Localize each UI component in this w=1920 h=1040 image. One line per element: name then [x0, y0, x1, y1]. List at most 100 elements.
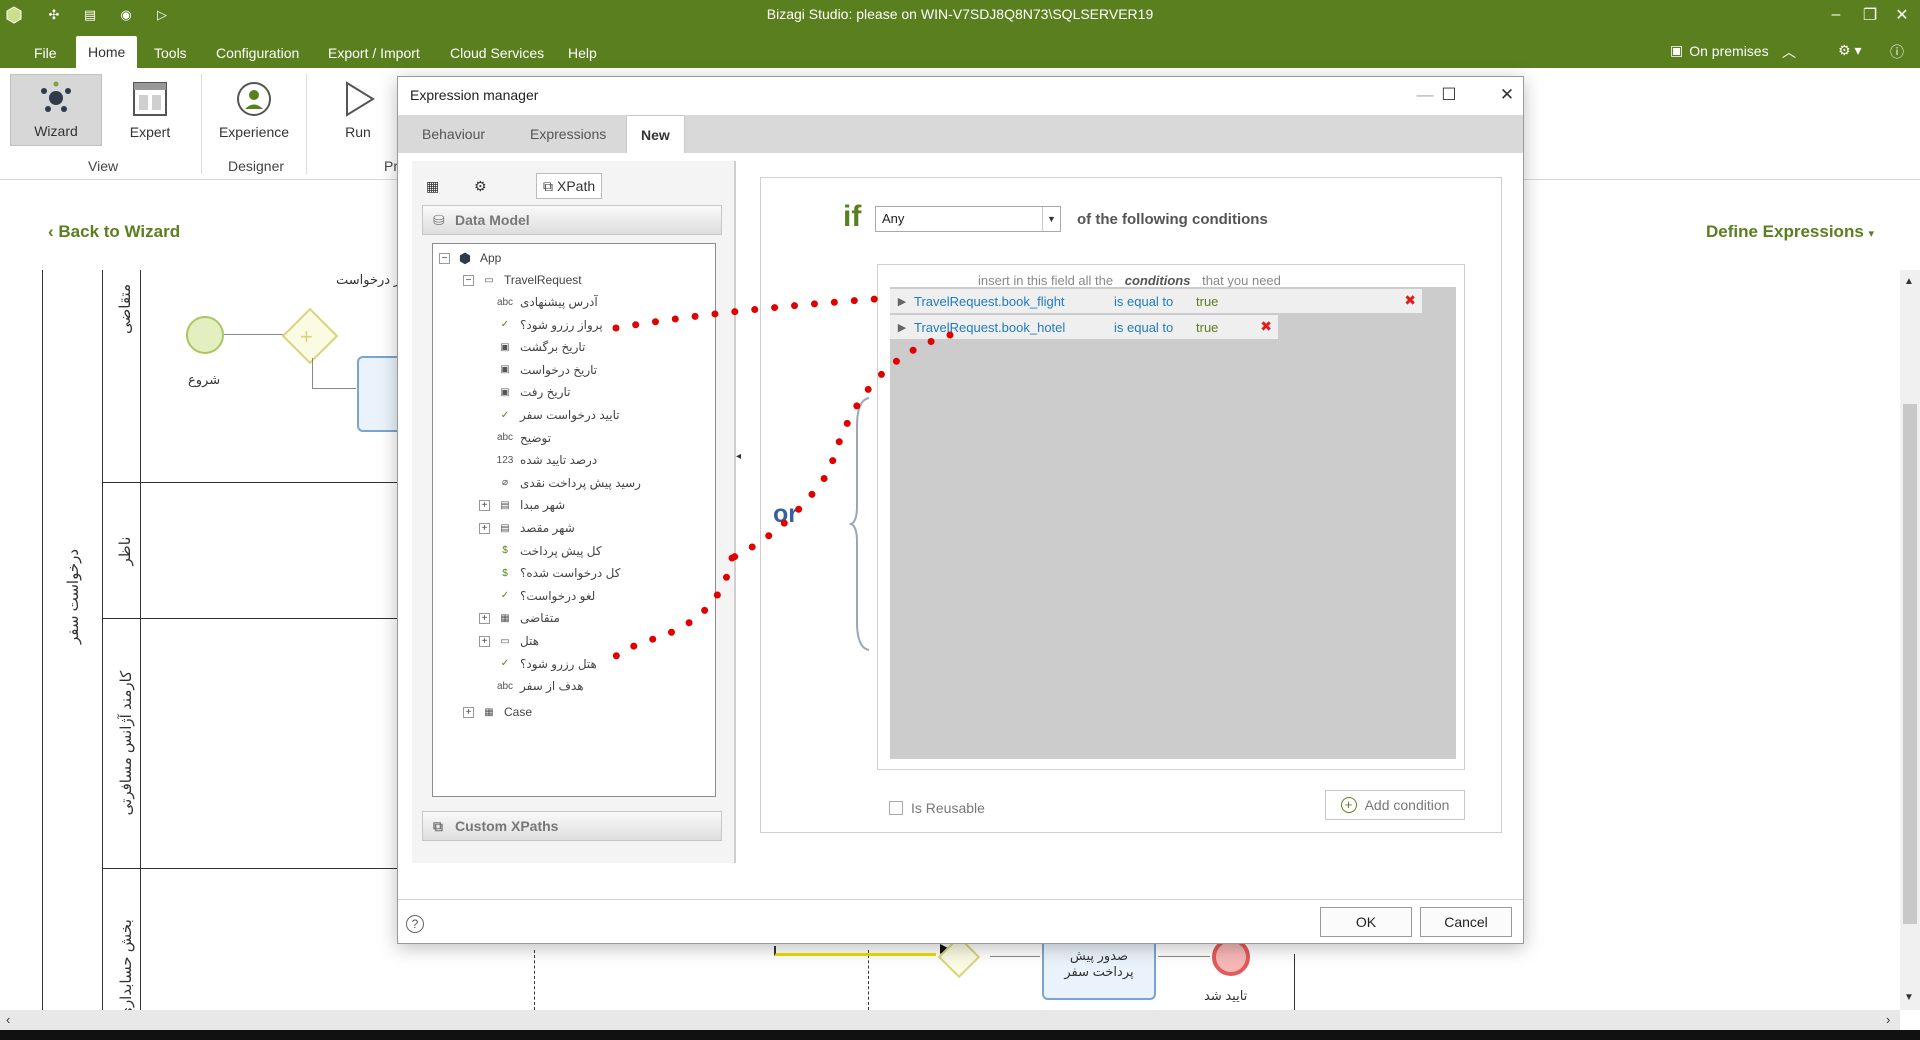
tree-node-attribute[interactable]: 123 درصد تایید شده: [479, 450, 598, 470]
menu-file[interactable]: File: [22, 38, 69, 68]
menu-help[interactable]: Help: [556, 38, 609, 68]
sequence-flow: [990, 956, 1040, 957]
attribute-label: لغو درخواست؟: [520, 588, 596, 603]
cancel-button[interactable]: Cancel: [1420, 907, 1512, 937]
file-attribute-icon: ⌀: [501, 477, 509, 489]
dialog-maximize-button[interactable]: ☐: [1434, 83, 1464, 107]
entity-attribute-icon: ▤: [500, 499, 510, 511]
currency-attribute-icon: $: [502, 567, 508, 579]
restore-button[interactable]: ❐: [1856, 3, 1884, 27]
text-attribute-icon: abc: [496, 296, 514, 308]
tree-node-attribute[interactable]: ▣ تاریخ درخواست: [479, 360, 597, 380]
data-model-tree[interactable]: − ⬢ App − ▭ TravelRequest abc آدرس پیشنها…: [432, 243, 716, 797]
minimize-button[interactable]: –: [1822, 3, 1850, 27]
close-button[interactable]: ✕: [1888, 3, 1916, 27]
lane-divider: [102, 618, 400, 619]
tree-node-attribute[interactable]: abc آدرس پیشنهادی: [479, 292, 598, 312]
tree-node-attribute[interactable]: ✓ لغو درخواست؟: [479, 586, 595, 606]
tree-node-attribute[interactable]: $ کل پیش پرداخت: [479, 541, 601, 561]
help-icon[interactable]: ⓘ: [1890, 42, 1904, 62]
collapse-ribbon-icon[interactable]: ︿: [1782, 42, 1796, 62]
quantifier-select[interactable]: Any ▼: [875, 206, 1061, 232]
milestone-line: [868, 950, 869, 1010]
scroll-down-icon[interactable]: ▼: [1904, 992, 1914, 1003]
collapse-icon[interactable]: −: [463, 274, 474, 286]
splitter-handle[interactable]: ◂: [736, 451, 741, 462]
scroll-thumb[interactable]: [1903, 404, 1917, 924]
attribute-label: هتل: [520, 634, 540, 648]
tree-node-travelrequest[interactable]: − ▭ TravelRequest: [463, 270, 582, 290]
tree-node-attribute[interactable]: ✓ پرواز رزرو شود؟: [479, 315, 603, 335]
run-button[interactable]: Run: [312, 74, 404, 146]
conditions-drop-area[interactable]: ▶ TravelRequest.book_flight is equal to …: [890, 287, 1456, 759]
tree-node-app[interactable]: − ⬢ App: [439, 248, 501, 268]
tab-behaviour[interactable]: Behaviour: [408, 115, 499, 153]
expand-icon[interactable]: +: [479, 522, 490, 534]
tree-node-attribute[interactable]: ✓ تایید درخواست سفر: [479, 405, 620, 425]
expand-condition-icon[interactable]: ▶: [890, 321, 914, 334]
tree-node-attribute[interactable]: $ کل درخواست شده؟: [479, 563, 620, 583]
custom-xpaths-header[interactable]: ⧉ Custom XPaths: [422, 811, 722, 841]
group-label-view: View: [88, 158, 119, 174]
is-reusable-checkbox[interactable]: Is Reusable: [889, 800, 985, 816]
delete-condition-icon[interactable]: ✖: [1404, 292, 1416, 309]
checkbox-icon[interactable]: [889, 801, 903, 815]
vertical-scrollbar[interactable]: ▲ ▼: [1900, 270, 1920, 1010]
tree-node-case[interactable]: + ▦ Case: [463, 702, 532, 722]
scroll-up-icon[interactable]: ▲: [1904, 276, 1914, 287]
data-model-header[interactable]: ⛁ Data Model: [422, 205, 722, 235]
gear-icon[interactable]: ⚙: [474, 173, 487, 199]
tree-node-attribute[interactable]: ▣ تاریخ رفت: [479, 382, 570, 402]
tab-new[interactable]: New: [626, 115, 685, 153]
expand-icon[interactable]: +: [463, 706, 474, 718]
date-attribute-icon: ▣: [500, 386, 510, 398]
menu-export-import[interactable]: Export / Import: [316, 38, 432, 68]
tree-node-attribute[interactable]: + ▦ متقاضی: [479, 608, 560, 628]
scroll-left-icon[interactable]: ‹: [6, 1012, 10, 1027]
tree-node-attribute[interactable]: + ▤ شهر مبدا: [479, 495, 565, 515]
menu-configuration[interactable]: Configuration: [204, 38, 311, 68]
define-expressions-dropdown[interactable]: Define Expressions ▾: [1706, 222, 1874, 242]
settings-icon[interactable]: ⚙ ▾: [1838, 42, 1861, 59]
tree-node-attribute[interactable]: + ▭ هتل: [479, 631, 539, 651]
menu-cloud-services[interactable]: Cloud Services: [438, 38, 556, 68]
lane-divider: [102, 868, 400, 869]
add-icon: +: [1340, 797, 1357, 813]
ok-button[interactable]: OK: [1320, 907, 1412, 937]
on-premises-indicator[interactable]: ▣ On premises: [1670, 42, 1769, 59]
entity-attribute-icon: ▤: [500, 522, 510, 534]
tree-node-attribute[interactable]: ✓ هتل رزرو شود؟: [479, 654, 597, 674]
window-title: Bizagi Studio: please on WIN-V7SDJ8Q8N73…: [766, 6, 1154, 22]
menu-tools[interactable]: Tools: [142, 38, 199, 68]
start-event[interactable]: [186, 316, 224, 354]
expand-condition-icon[interactable]: ▶: [890, 295, 914, 308]
horizontal-scrollbar[interactable]: ‹ ›: [0, 1010, 1900, 1030]
expand-icon[interactable]: +: [479, 635, 490, 647]
expert-button[interactable]: Expert: [104, 74, 196, 146]
xpath-button[interactable]: ⧉ XPath: [536, 173, 603, 199]
wizard-button[interactable]: Wizard: [10, 74, 102, 146]
help-icon[interactable]: ?: [406, 915, 424, 933]
experience-button[interactable]: Experience: [208, 74, 300, 146]
expression-manager-dialog: Expression manager — ☐ ✕ Behaviour Expre…: [397, 76, 1524, 944]
dialog-close-button[interactable]: ✕: [1492, 83, 1522, 107]
functions-icon[interactable]: ▦: [426, 173, 439, 199]
tree-node-attribute[interactable]: ▣ تاریخ برگشت: [479, 337, 585, 357]
scroll-right-icon[interactable]: ›: [1886, 1012, 1890, 1027]
collapse-icon[interactable]: −: [439, 252, 450, 264]
boolean-attribute-icon: ✓: [500, 409, 510, 421]
menu-home[interactable]: Home: [76, 36, 138, 68]
add-condition-button[interactable]: + Add condition: [1325, 790, 1465, 820]
tree-node-attribute[interactable]: abc هدف از سفر: [479, 676, 584, 696]
back-to-wizard-link[interactable]: ‹ Back to Wizard: [48, 222, 180, 242]
condition-row[interactable]: ▶ TravelRequest.book_flight is equal to …: [890, 289, 1422, 313]
tab-expressions[interactable]: Expressions: [516, 115, 620, 153]
tree-node-attribute[interactable]: ⌀ رسید پیش پرداخت نقدی: [479, 473, 641, 493]
tree-node-attribute[interactable]: abc توضیح: [479, 428, 551, 448]
expand-icon[interactable]: +: [479, 612, 490, 624]
condition-row[interactable]: ▶ TravelRequest.book_hotel is equal to t…: [890, 315, 1278, 339]
title-bar: ✣ ▤ ◉ ▷ Bizagi Studio: please on WIN-V7S…: [0, 0, 1920, 30]
delete-condition-icon[interactable]: ✖: [1260, 318, 1272, 335]
tree-node-attribute[interactable]: + ▤ شهر مقصد: [479, 518, 575, 538]
expand-icon[interactable]: +: [479, 499, 490, 511]
